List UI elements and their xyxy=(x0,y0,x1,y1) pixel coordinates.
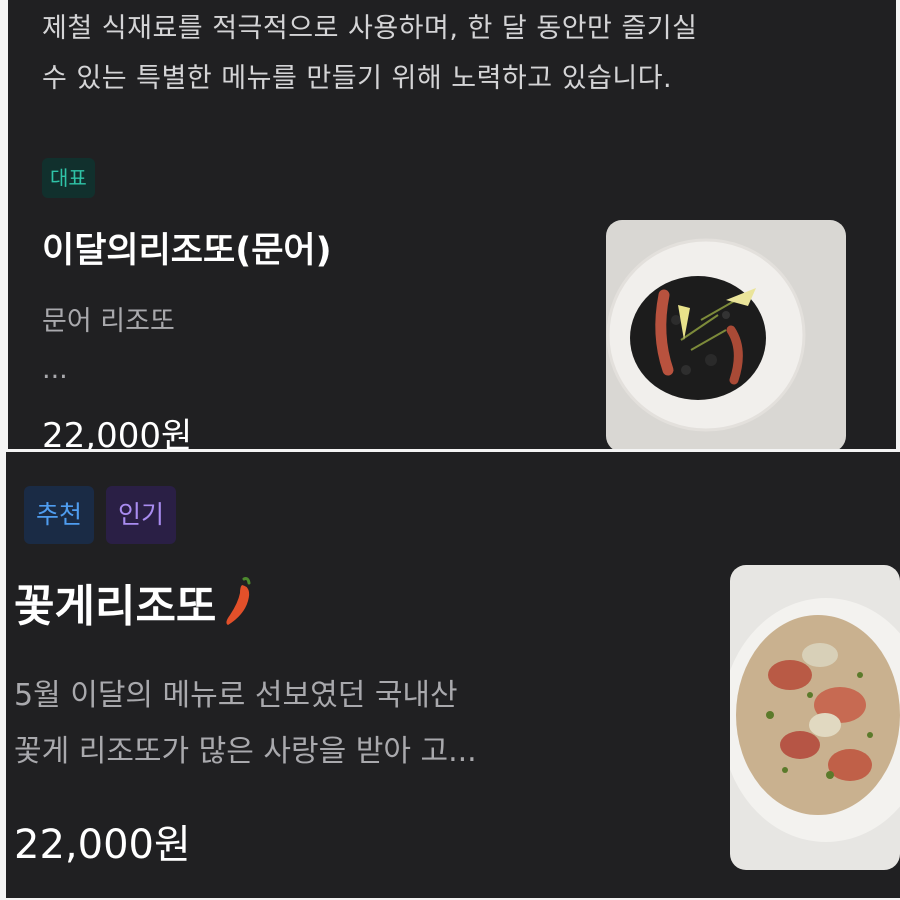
menu-item-title: 이달의리조또(문어) xyxy=(42,231,332,271)
intro-line-1: 제철 식재료를 적극적으로 사용하며, 한 달 동안만 즐기실 xyxy=(42,13,698,44)
menu-item-title-text: 꽃게리조또 xyxy=(14,581,217,632)
intro-line-2: 수 있는 특별한 메뉴를 만들기 위해 노력하고 있습니다. xyxy=(42,63,673,94)
risotto-crab-photo[interactable] xyxy=(730,565,900,870)
description-line-1: 문어 리조또 xyxy=(42,306,175,337)
menu-intro-text: 제철 식재료를 적극적으로 사용하며, 한 달 동안만 즐기실 수 있는 특별한… xyxy=(42,4,842,104)
menu-panel-top: 제철 식재료를 적극적으로 사용하며, 한 달 동안만 즐기실 수 있는 특별한… xyxy=(8,0,896,449)
menu-item-price-2: 22,000원 xyxy=(14,822,191,868)
badge-representative: 대표 xyxy=(42,158,95,198)
menu-item-price: 22,000원 xyxy=(42,416,193,449)
menu-item-description-2: 5월 이달의 메뉴로 선보였던 국내산 꽃게 리조또가 많은 사랑을 받아 고.… xyxy=(14,668,664,780)
badge-row: 대표 xyxy=(42,158,95,198)
menu-item-description: 문어 리조또 ... xyxy=(42,298,175,394)
badge-row-2: 추천 인기 xyxy=(24,486,177,544)
description-2-line-2: 꽃게 리조또가 많은 사랑을 받아 고... xyxy=(14,734,477,769)
badge-recommended: 추천 xyxy=(24,486,95,544)
badge-popular: 인기 xyxy=(106,486,177,544)
menu-item-title-2: 꽃게리조또 xyxy=(14,570,256,634)
risotto-crab-image xyxy=(730,565,900,870)
description-line-2: ... xyxy=(42,354,68,385)
chili-pepper-icon xyxy=(226,577,251,625)
description-2-line-1: 5월 이달의 메뉴로 선보였던 국내산 xyxy=(14,678,458,713)
risotto-octopus-image xyxy=(606,220,846,449)
risotto-octopus-photo[interactable] xyxy=(606,220,846,449)
